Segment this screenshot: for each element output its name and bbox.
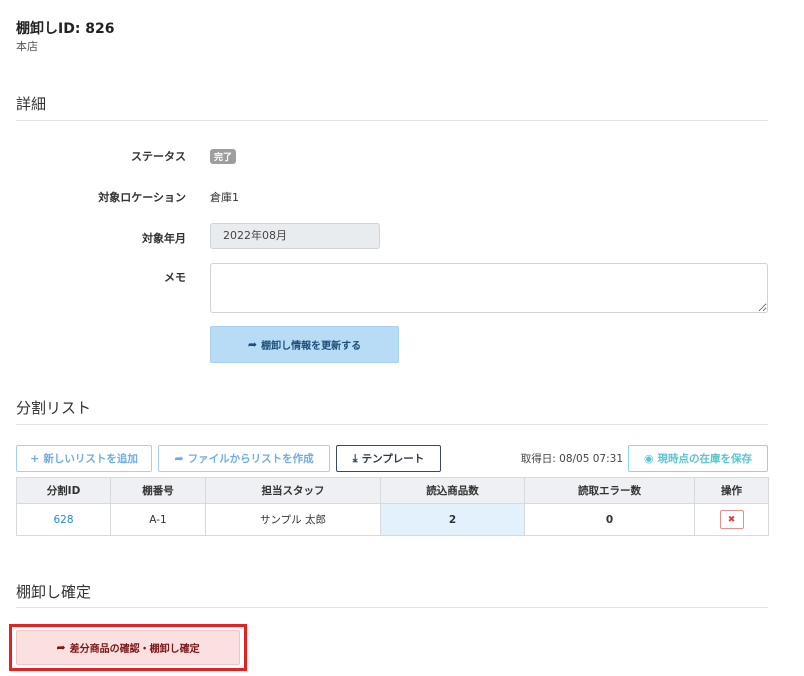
staff-cell: サンプル 太郎 — [205, 503, 381, 536]
template-button[interactable]: ⤓ テンプレート — [336, 445, 441, 472]
location-label: 対象ロケーション — [98, 191, 186, 204]
confirm-inventory-button[interactable]: ➦ 差分商品の確認・棚卸し確定 — [16, 630, 240, 665]
add-list-label: 新しいリストを追加 — [43, 453, 138, 465]
update-button-label: 棚卸し情報を更新する — [261, 341, 362, 352]
details-section-title: 詳細 — [16, 95, 47, 113]
column-header: 担当スタッフ — [205, 477, 381, 504]
update-inventory-button[interactable]: ➦ 棚卸し情報を更新する — [210, 326, 399, 363]
table-row: 628 A-1 サンプル 太郎 2 0 ✖ — [16, 503, 769, 536]
save-stock-button[interactable]: ◉ 現時点の在庫を保存 — [628, 445, 768, 472]
read-count-cell: 2 — [380, 503, 525, 536]
camera-icon: ◉ — [643, 452, 654, 465]
split-section-title: 分割リスト — [16, 399, 92, 417]
split-id-link[interactable]: 628 — [53, 514, 73, 526]
column-header: 分割ID — [16, 477, 111, 504]
confirm-divider — [16, 607, 768, 608]
error-count-cell: 0 — [524, 503, 695, 536]
status-badge: 完了 — [210, 149, 237, 164]
column-header: 読込商品数 — [380, 477, 525, 504]
create-from-file-label: ファイルからリストを作成 — [187, 453, 314, 465]
column-header: 操作 — [694, 477, 769, 504]
download-icon: ⤓ — [352, 451, 358, 465]
split-divider — [16, 424, 768, 425]
share-arrow-icon: ➦ — [247, 338, 258, 351]
status-label: ステータス — [131, 150, 186, 163]
details-divider — [16, 120, 768, 121]
page-title: 棚卸しID: 826 — [16, 21, 115, 37]
confirm-button-label: 差分商品の確認・棚卸し確定 — [69, 644, 200, 655]
close-icon: ✖ — [727, 514, 736, 525]
shelf-cell: A-1 — [110, 503, 206, 536]
target-month-field: 2022年08月 — [210, 223, 380, 249]
create-from-file-button[interactable]: ➦ ファイルからリストを作成 — [158, 445, 330, 472]
location-value: 倉庫1 — [210, 191, 239, 204]
column-header: 読取エラー数 — [524, 477, 695, 504]
month-label: 対象年月 — [142, 232, 186, 245]
memo-textarea[interactable] — [210, 263, 768, 313]
plus-icon: + — [30, 452, 40, 465]
share-arrow-icon: ➦ — [174, 452, 184, 465]
delete-row-button[interactable]: ✖ — [719, 510, 744, 529]
store-name: 本店 — [16, 40, 38, 53]
share-arrow-icon: ➦ — [56, 641, 66, 654]
fetch-date: 取得日: 08/05 07:31 — [520, 453, 623, 465]
memo-label: メモ — [164, 271, 186, 284]
save-stock-label: 現時点の在庫を保存 — [657, 453, 753, 465]
column-header: 棚番号 — [110, 477, 206, 504]
table-header-row: 分割ID 棚番号 担当スタッフ 読込商品数 読取エラー数 操作 — [16, 477, 769, 504]
template-label: テンプレート — [361, 453, 425, 465]
split-list-table: 分割ID 棚番号 担当スタッフ 読込商品数 読取エラー数 操作 628 A-1 … — [16, 477, 769, 536]
confirm-section-title: 棚卸し確定 — [16, 583, 92, 601]
add-list-button[interactable]: + 新しいリストを追加 — [16, 445, 152, 472]
